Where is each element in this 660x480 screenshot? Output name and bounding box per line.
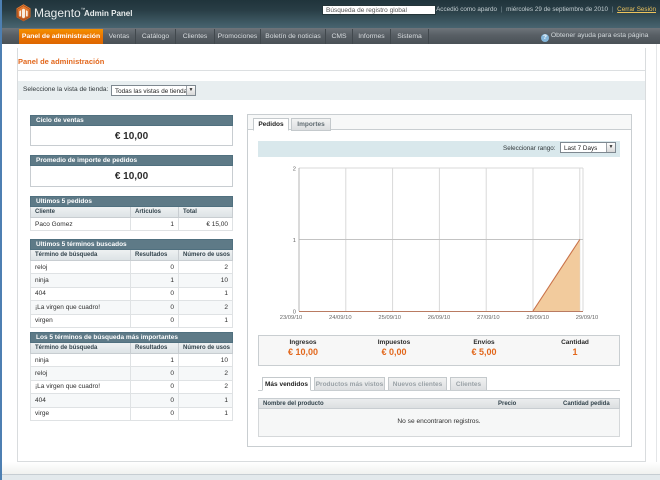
- svg-text:27/09/10: 27/09/10: [477, 315, 500, 321]
- svg-text:1: 1: [293, 238, 296, 244]
- svg-text:2: 2: [293, 167, 296, 173]
- svg-text:25/09/10: 25/09/10: [378, 315, 401, 321]
- svg-text:29/09/10: 29/09/10: [576, 315, 599, 321]
- svg-text:23/09/10: 23/09/10: [280, 315, 303, 321]
- svg-text:28/09/10: 28/09/10: [526, 315, 549, 321]
- svg-text:26/09/10: 26/09/10: [428, 315, 451, 321]
- svg-text:24/09/10: 24/09/10: [329, 315, 352, 321]
